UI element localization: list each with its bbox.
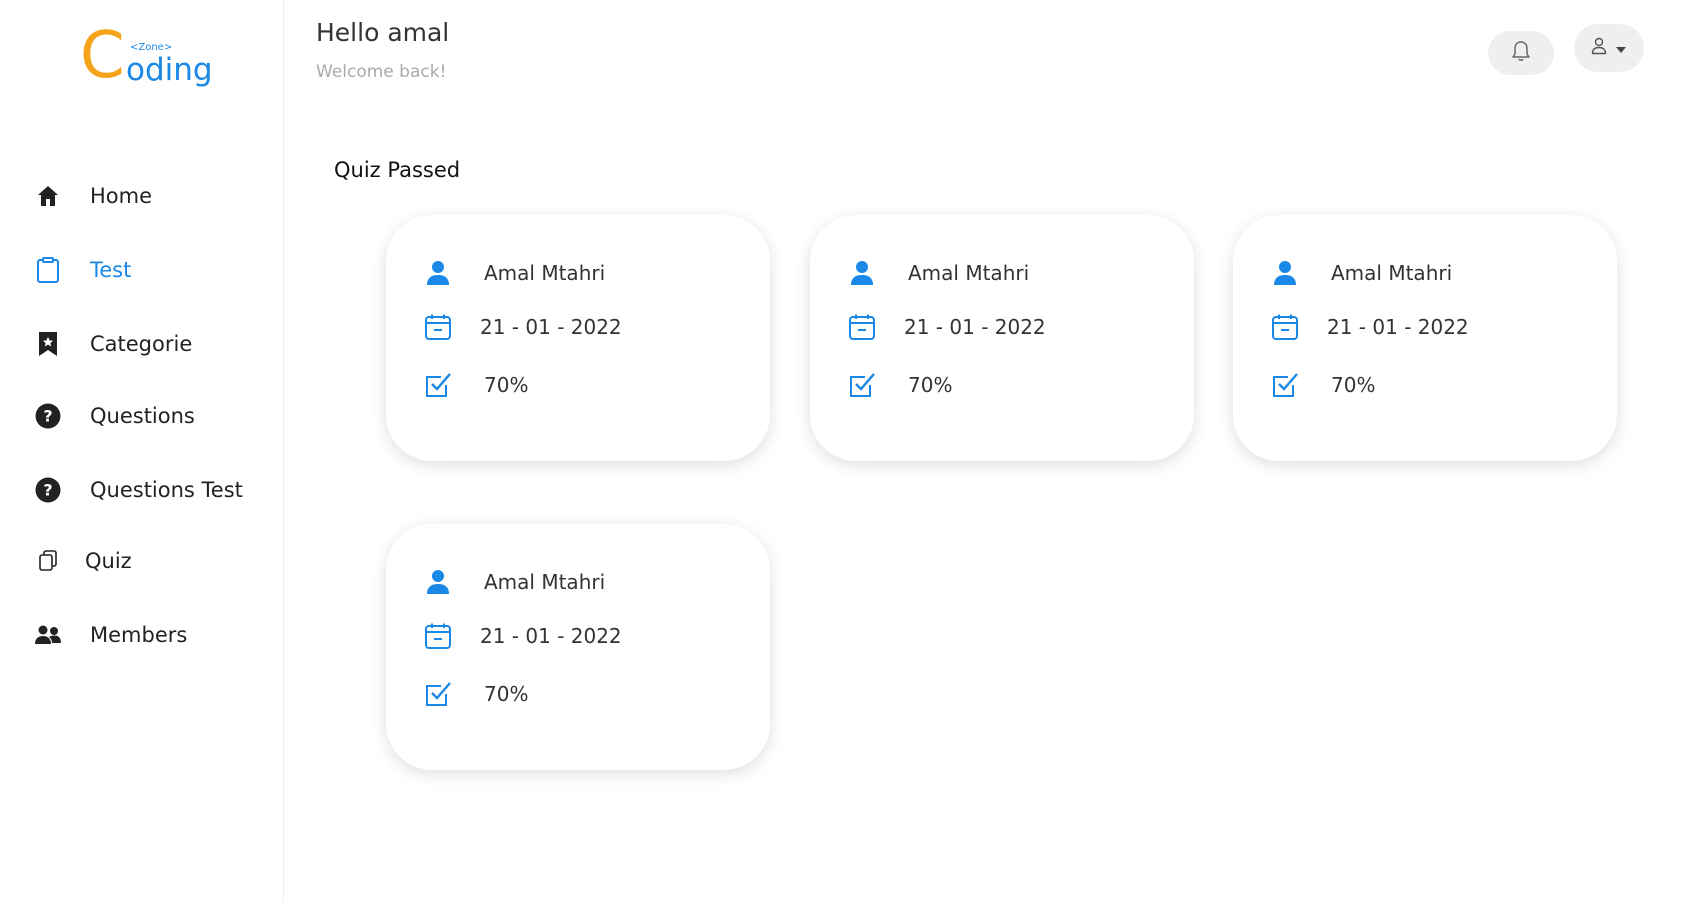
sidebar-item-questions-test[interactable]: ? Questions Test [33, 470, 243, 510]
checkbox-checked-icon [424, 371, 452, 399]
card-score: 70% [484, 373, 529, 397]
copy-icon [33, 546, 63, 576]
card-score-row: 70% [1271, 371, 1375, 399]
card-date: 21 - 01 - 2022 [1327, 315, 1469, 339]
calendar-icon [848, 313, 876, 341]
greeting-title: Hello amal [316, 18, 450, 47]
card-user-row: Amal Mtahri [424, 259, 605, 287]
card-user-name: Amal Mtahri [484, 261, 606, 285]
card-date-row: 21 - 01 - 2022 [1271, 313, 1469, 341]
quiz-card[interactable]: Amal Mtahri 21 - 01 - 2022 70% [386, 215, 770, 461]
checkbox-checked-icon [1271, 371, 1299, 399]
card-user-row: Amal Mtahri [424, 568, 605, 596]
sidebar-item-label: Questions [90, 404, 195, 428]
question-circle-icon: ? [33, 475, 63, 505]
calendar-icon [1271, 313, 1299, 341]
person-icon [424, 259, 452, 287]
sidebar-item-label: Home [90, 184, 153, 208]
card-score: 70% [484, 682, 529, 706]
sidebar-item-home[interactable]: Home [33, 176, 152, 216]
card-date: 21 - 01 - 2022 [904, 315, 1046, 339]
logo-c: C [80, 19, 125, 93]
clipboard-icon [33, 255, 63, 285]
card-score: 70% [1331, 373, 1376, 397]
sidebar-item-label: Questions Test [90, 478, 243, 502]
caret-down-icon [1615, 39, 1627, 58]
checkbox-checked-icon [848, 371, 876, 399]
bookmark-icon [33, 329, 63, 359]
sidebar: C <Zone> oding Home Test Categorie ? Que… [0, 0, 284, 902]
calendar-icon [424, 622, 452, 650]
sidebar-item-quiz[interactable]: Quiz [33, 541, 132, 581]
card-user-name: Amal Mtahri [908, 261, 1030, 285]
svg-text:?: ? [43, 481, 52, 500]
logo[interactable]: C <Zone> oding [80, 24, 220, 94]
bell-icon [1511, 40, 1531, 66]
welcome-subtitle: Welcome back! [316, 62, 447, 82]
card-date-row: 21 - 01 - 2022 [424, 622, 622, 650]
person-icon [424, 568, 452, 596]
quiz-card[interactable]: Amal Mtahri 21 - 01 - 2022 70% [386, 524, 770, 770]
sidebar-item-questions[interactable]: ? Questions [33, 396, 195, 436]
card-score-row: 70% [424, 680, 528, 708]
sidebar-item-categorie[interactable]: Categorie [33, 324, 192, 364]
person-icon [1271, 259, 1299, 287]
card-user-row: Amal Mtahri [1271, 259, 1452, 287]
sidebar-item-label: Members [90, 623, 188, 647]
svg-text:?: ? [43, 407, 52, 426]
card-score: 70% [908, 373, 953, 397]
card-user-name: Amal Mtahri [1331, 261, 1453, 285]
notifications-button[interactable] [1488, 31, 1554, 75]
section-title: Quiz Passed [334, 158, 461, 182]
checkbox-checked-icon [424, 680, 452, 708]
logo-oding: oding [126, 52, 213, 88]
user-icon [1591, 37, 1607, 59]
user-menu-button[interactable] [1574, 24, 1644, 72]
sidebar-item-label: Categorie [90, 332, 193, 356]
card-date-row: 21 - 01 - 2022 [424, 313, 622, 341]
card-score-row: 70% [424, 371, 528, 399]
users-icon [33, 620, 63, 650]
quiz-card[interactable]: Amal Mtahri 21 - 01 - 2022 70% [1233, 215, 1617, 461]
calendar-icon [424, 313, 452, 341]
quiz-card[interactable]: Amal Mtahri 21 - 01 - 2022 70% [810, 215, 1194, 461]
card-date-row: 21 - 01 - 2022 [848, 313, 1046, 341]
sidebar-item-label: Quiz [85, 549, 132, 573]
app: C <Zone> oding Home Test Categorie ? Que… [0, 0, 1695, 902]
sidebar-item-test[interactable]: Test [33, 250, 131, 290]
sidebar-item-members[interactable]: Members [33, 615, 187, 655]
person-icon [848, 259, 876, 287]
card-date: 21 - 01 - 2022 [480, 624, 622, 648]
card-user-row: Amal Mtahri [848, 259, 1029, 287]
card-date: 21 - 01 - 2022 [480, 315, 622, 339]
card-score-row: 70% [848, 371, 952, 399]
sidebar-item-label: Test [90, 258, 132, 282]
question-circle-icon: ? [33, 401, 63, 431]
home-icon [33, 181, 63, 211]
card-user-name: Amal Mtahri [484, 570, 606, 594]
